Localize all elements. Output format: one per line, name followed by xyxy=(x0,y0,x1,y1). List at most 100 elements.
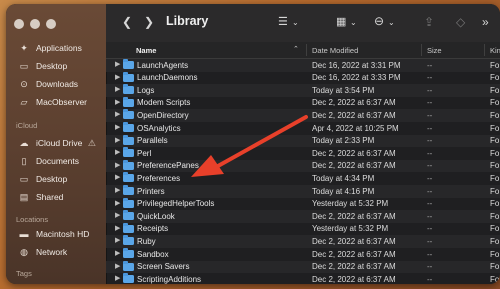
close-button[interactable] xyxy=(14,19,24,29)
file-size: -- xyxy=(427,85,433,95)
sidebar-item-downloads[interactable]: ⊙ Downloads xyxy=(18,77,104,91)
folder-icon xyxy=(123,210,134,221)
table-row[interactable]: ▶ PrivilegedHelperTools Yesterday at 5:32 … xyxy=(106,197,500,211)
column-header: Name ⌃ Date Modified Size Kind xyxy=(106,42,500,59)
folder-icon xyxy=(123,248,134,258)
sidebar-item-label: Applications xyxy=(36,43,82,53)
date-modified: Apr 4, 2022 at 10:25 PM xyxy=(312,123,399,133)
disclosure-triangle-icon[interactable]: ▶ xyxy=(115,199,120,207)
sidebar-item-desktop[interactable]: ▭ Desktop xyxy=(18,59,104,73)
table-row[interactable]: ▶ Screen Savers Dec 2, 2022 at 6:37 AM -- Fo xyxy=(106,260,500,274)
group-chevron-icon[interactable]: ⌄ xyxy=(350,18,357,27)
chevron-left-icon[interactable]: ❮ xyxy=(122,15,132,29)
table-row[interactable]: ▶ Perl Dec 2, 2022 at 6:37 AM -- Fo xyxy=(106,147,500,160)
disclosure-triangle-icon[interactable]: ▶ xyxy=(115,110,120,118)
warning-icon: ⚠ xyxy=(87,137,96,148)
group-icon[interactable]: ▦ xyxy=(336,15,346,28)
column-name[interactable]: Name xyxy=(136,46,156,55)
file-kind: Fo xyxy=(490,85,500,95)
file-kind: Fo xyxy=(490,161,500,171)
sort-chevron-icon[interactable]: ⌃ xyxy=(293,45,299,53)
date-modified: Dec 2, 2022 at 6:37 AM xyxy=(312,161,396,171)
disclosure-triangle-icon[interactable]: ▶ xyxy=(115,85,120,93)
table-row[interactable]: ▶ LaunchAgents Dec 16, 2022 at 3:31 PM -- Fo xyxy=(106,59,500,72)
disclosure-triangle-icon[interactable]: ▶ xyxy=(115,60,120,68)
more-actions-icon[interactable]: ⊖ xyxy=(374,14,384,28)
file-name: Modem Scripts xyxy=(137,98,191,108)
sidebar-item-macintosh-hd[interactable]: ▬ Macintosh HD xyxy=(18,227,104,241)
sidebar: ✦ Applications ▭ Desktop ⊙ Downloads ▱ M… xyxy=(6,4,107,284)
sidebar-item-shared[interactable]: ▤ Shared xyxy=(18,190,104,204)
file-kind: Fo xyxy=(490,199,500,209)
finder-window: ✦ Applications ▭ Desktop ⊙ Downloads ▱ M… xyxy=(6,4,500,284)
disclosure-triangle-icon[interactable]: ▶ xyxy=(115,136,120,144)
table-row[interactable]: ▶ Modem Scripts Dec 2, 2022 at 6:37 AM -- Fo xyxy=(106,96,500,110)
disclosure-triangle-icon[interactable]: ▶ xyxy=(115,262,120,270)
view-options-chevron-icon[interactable]: ⌄ xyxy=(292,18,299,27)
folder-icon xyxy=(123,222,134,233)
file-kind: Fo xyxy=(490,136,500,146)
sidebar-item-icloud-drive[interactable]: ☁ iCloud Drive ⚠ xyxy=(18,136,104,150)
chevron-right-icon[interactable]: ❯ xyxy=(144,15,154,29)
table-row[interactable]: ▶ ScriptingAdditions Dec 2, 2022 at 6:37 A… xyxy=(106,273,500,284)
sidebar-item-documents[interactable]: ▯ Documents xyxy=(18,154,104,168)
table-row[interactable]: ▶ Logs Today at 3:54 PM -- Fo xyxy=(106,84,500,97)
disclosure-triangle-icon[interactable]: ▶ xyxy=(115,73,120,81)
table-row[interactable]: ▶ LaunchDaemons Dec 16, 2022 at 3:33 PM -- F… xyxy=(106,71,500,85)
table-row[interactable]: ▶ Ruby Dec 2, 2022 at 6:37 AM -- Fo xyxy=(106,235,500,248)
share-icon[interactable]: ⇪ xyxy=(424,15,434,29)
table-row[interactable]: ▶ OSAnalytics Apr 4, 2022 at 10:25 PM -- Fo xyxy=(106,122,500,135)
sidebar-section-icloud: iCloud xyxy=(16,121,38,130)
file-name: Perl xyxy=(137,148,152,158)
column-date-modified[interactable]: Date Modified xyxy=(312,46,358,55)
disclosure-triangle-icon[interactable]: ▶ xyxy=(115,98,120,106)
disclosure-triangle-icon[interactable]: ▶ xyxy=(115,236,120,244)
folder-icon xyxy=(123,59,134,69)
window-controls xyxy=(14,19,56,29)
disclosure-triangle-icon[interactable]: ▶ xyxy=(115,186,120,194)
table-row[interactable]: ▶ Receipts Yesterday at 5:32 PM -- Fo xyxy=(106,222,500,236)
file-name: QuickLook xyxy=(137,211,175,221)
disclosure-triangle-icon[interactable]: ▶ xyxy=(115,274,120,282)
table-row[interactable]: ▶ QuickLook Dec 2, 2022 at 6:37 AM -- Fo xyxy=(106,210,500,223)
table-row[interactable]: ▶ Sandbox Dec 2, 2022 at 6:37 AM -- Fo xyxy=(106,248,500,261)
file-kind: Fo xyxy=(490,98,500,108)
table-row[interactable]: ▶ Preferences Today at 4:34 PM -- Fo xyxy=(106,172,500,185)
disclosure-triangle-icon[interactable]: ▶ xyxy=(115,224,120,232)
table-row[interactable]: ▶ OpenDirectory Dec 2, 2022 at 6:37 AM -- Fo xyxy=(106,109,500,122)
sidebar-item-label: Network xyxy=(36,247,68,257)
file-size: -- xyxy=(427,60,433,70)
sidebar-section-locations: Locations xyxy=(16,215,49,224)
more-chevron-icon[interactable]: ⌄ xyxy=(388,18,395,27)
minimize-button[interactable] xyxy=(30,19,40,29)
file-name: Sandbox xyxy=(137,249,169,259)
disclosure-triangle-icon[interactable]: ▶ xyxy=(115,249,120,257)
zoom-button[interactable] xyxy=(46,19,56,29)
tag-icon[interactable]: ◇ xyxy=(456,15,465,29)
sidebar-item-macobserver[interactable]: ▱ MacObserver xyxy=(18,95,104,109)
sidebar-item-applications[interactable]: ✦ Applications xyxy=(18,41,104,55)
folder-icon xyxy=(123,159,134,170)
disclosure-triangle-icon[interactable]: ▶ xyxy=(115,211,120,219)
column-kind[interactable]: Kind xyxy=(490,46,500,55)
sidebar-item-icloud-desktop[interactable]: ▭ Desktop xyxy=(18,172,104,186)
date-modified: Dec 16, 2022 at 3:31 PM xyxy=(312,60,401,70)
file-name: Preferences xyxy=(137,173,181,183)
list-view-icon[interactable]: ☰ xyxy=(278,15,288,28)
file-name: Ruby xyxy=(137,236,156,246)
table-row[interactable]: ▶ Printers Today at 4:16 PM -- Fo xyxy=(106,185,500,198)
disclosure-triangle-icon[interactable]: ▶ xyxy=(115,123,120,131)
sidebar-item-network[interactable]: ◍ Network xyxy=(18,245,104,259)
date-modified: Dec 16, 2022 at 3:33 PM xyxy=(312,73,401,83)
disclosure-triangle-icon[interactable]: ▶ xyxy=(115,148,120,156)
column-size[interactable]: Size xyxy=(427,46,442,55)
file-kind: Fo xyxy=(490,123,500,133)
table-row[interactable]: ▶ Parallels Today at 2:33 PM -- Fo xyxy=(106,134,500,148)
expand-toolbar-icon[interactable]: » xyxy=(482,15,489,29)
sidebar-item-label: iCloud Drive xyxy=(36,138,83,148)
file-size: -- xyxy=(427,199,433,209)
disclosure-triangle-icon[interactable]: ▶ xyxy=(115,173,120,181)
sidebar-item-label: Desktop xyxy=(36,61,68,71)
table-row[interactable]: ▶ PreferencePanes Dec 2, 2022 at 6:37 AM --… xyxy=(106,159,500,173)
disclosure-triangle-icon[interactable]: ▶ xyxy=(115,161,120,169)
